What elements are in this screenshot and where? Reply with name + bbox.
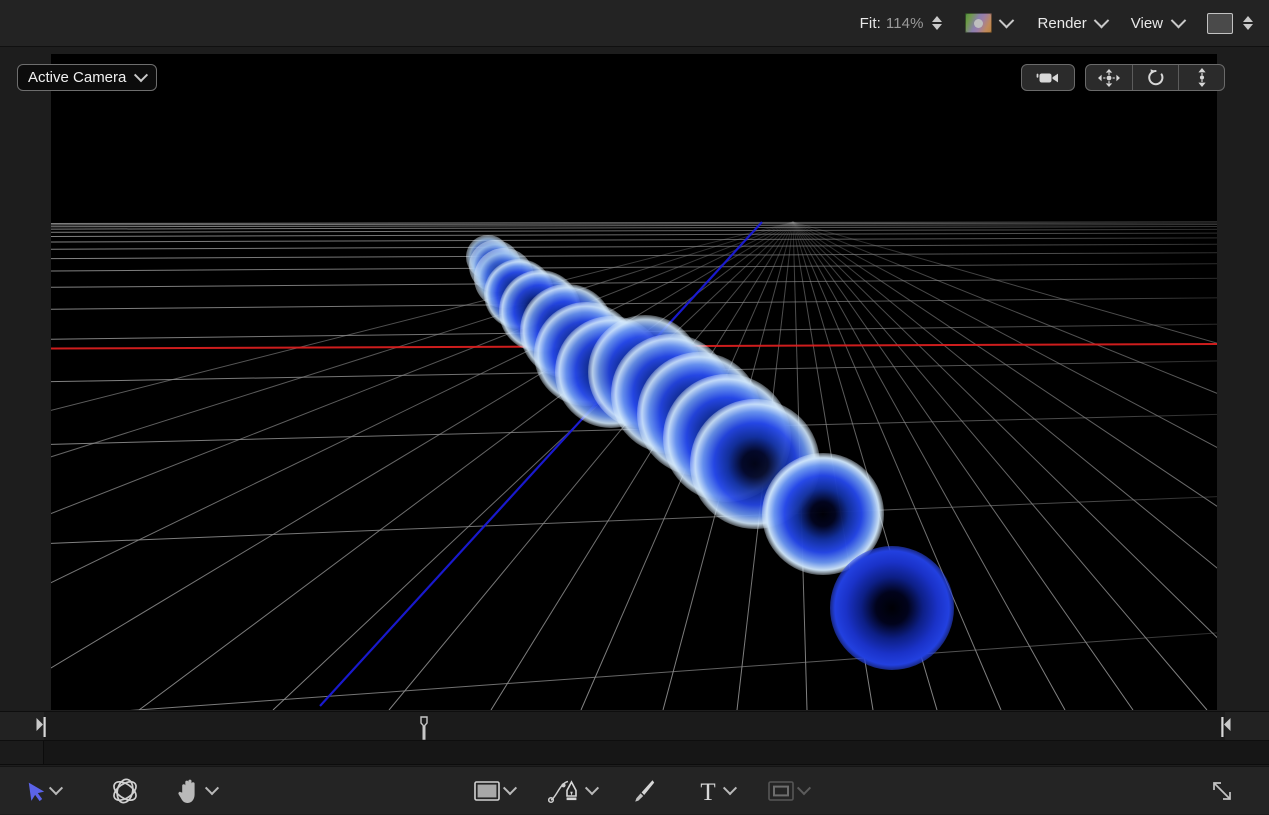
active-camera-menu[interactable]: Active Camera [17,64,157,91]
motion-canvas-window: Fit: 114% Render View [0,0,1269,814]
select-tool[interactable] [28,767,61,815]
shape-tool[interactable] [474,767,515,815]
chevron-down-icon[interactable] [134,68,148,82]
chevron-down-icon[interactable] [998,18,1016,29]
zoom-fit-control[interactable]: Fit: 114% [860,14,943,33]
hand-icon[interactable] [176,778,202,804]
chevron-down-icon[interactable] [49,781,63,795]
orbit-3d-icon[interactable] [110,777,140,805]
up-down-arrows-icon[interactable] [1178,65,1224,90]
pan-tool[interactable] [176,767,217,815]
out-point-marker-icon[interactable] [1219,716,1231,738]
pen-tool[interactable] [548,767,597,815]
mask-rectangle-icon [768,781,794,801]
stepper-updown-icon[interactable] [932,14,943,33]
chevron-down-icon [797,781,811,795]
camera-transform-group [1085,64,1225,91]
camera-button[interactable] [1021,64,1075,91]
svg-text:T: T [700,779,715,804]
four-arrows-move-icon[interactable] [1086,65,1132,90]
view-menu-label: View [1131,15,1163,32]
rectangle-shape-icon[interactable] [474,781,500,801]
paint-brush-icon[interactable] [630,778,656,804]
paint-tool[interactable] [630,767,656,815]
ground-grid [51,54,1217,710]
active-camera-label: Active Camera [28,69,126,86]
canvas-render-area[interactable] [51,54,1217,710]
timeline-sub-strip [0,741,1269,765]
arrow-select-icon[interactable] [28,780,46,802]
canvas-header-bar: Fit: 114% Render View [0,0,1269,47]
video-camera-icon[interactable] [1022,65,1074,90]
chevron-down-icon[interactable] [205,781,219,795]
mask-tool [768,767,809,815]
chevron-down-icon[interactable] [723,781,737,795]
timeline-scrubber[interactable] [0,711,1269,741]
background-swatch-icon[interactable] [1207,13,1233,34]
resize-handle[interactable] [1210,767,1234,815]
tools-toolbar: T [0,766,1269,814]
chevron-down-icon[interactable] [503,781,517,795]
diagonal-resize-icon[interactable] [1210,779,1234,803]
chevron-down-icon[interactable] [1169,18,1187,29]
scrubber-track[interactable] [44,712,1225,740]
circular-rotate-arrow-icon[interactable] [1132,65,1178,90]
color-well-control[interactable] [965,13,1016,33]
canvas-viewport[interactable] [0,54,1269,710]
chevron-down-icon[interactable] [585,781,599,795]
playhead-marker-icon[interactable] [418,716,430,740]
in-point-marker-icon[interactable] [36,716,48,738]
zoom-fit-label: Fit: [860,15,881,32]
color-well-icon[interactable] [965,13,992,33]
bezier-pen-icon[interactable] [548,778,582,804]
chevron-down-icon[interactable] [1093,18,1111,29]
render-menu-label: Render [1038,15,1087,32]
transform-3d-tool[interactable] [110,767,140,815]
render-menu[interactable]: Render [1038,15,1111,32]
camera-control-buttons [1021,64,1225,91]
text-t-icon[interactable]: T [696,778,720,804]
stepper-updown-icon[interactable] [1242,14,1253,33]
timeline-left-cell [0,741,44,764]
background-color-control[interactable] [1207,13,1253,34]
view-menu[interactable]: View [1131,15,1187,32]
zoom-fit-value: 114% [886,15,924,32]
text-tool[interactable]: T [696,767,735,815]
